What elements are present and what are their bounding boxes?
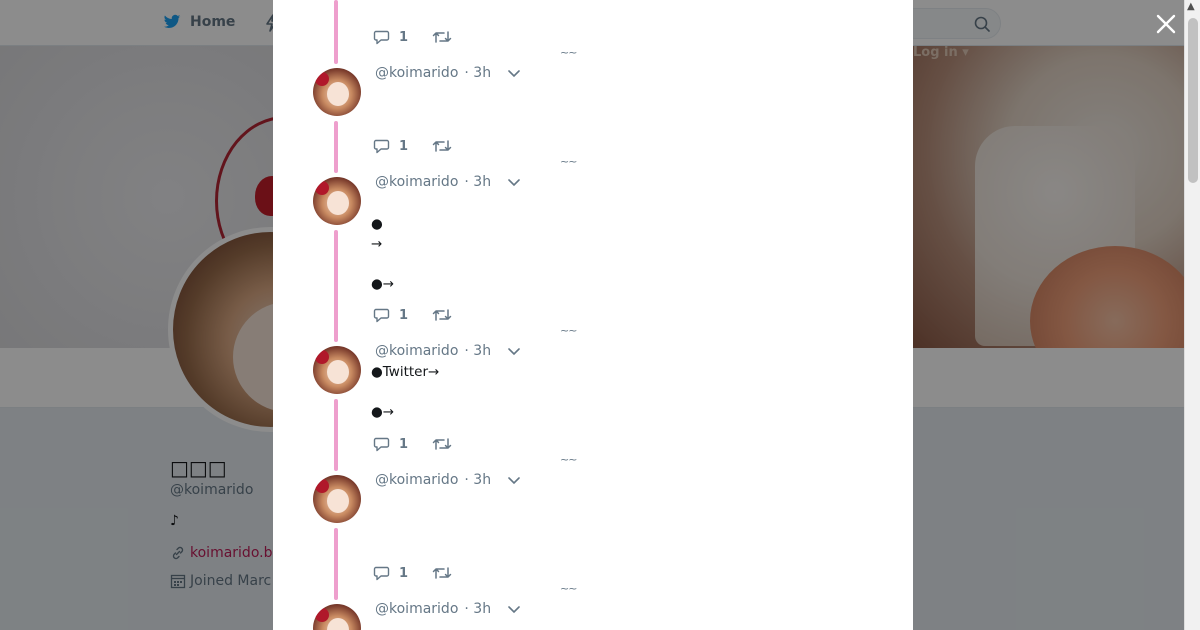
retweet-button[interactable] [432,435,452,453]
reply-icon [373,308,390,323]
tweet-handle[interactable]: @koimarido [375,65,458,81]
tweet-header: @koimarido · 3h [375,472,521,488]
reply-button[interactable]: 1 [373,564,408,582]
tweet-actions: 1 [373,28,476,46]
tilde-mark: ~~ [560,453,577,466]
retweet-icon [432,567,452,579]
thread-connector [334,121,338,173]
chevron-down-icon[interactable] [507,66,521,80]
tweet-avatar[interactable] [313,346,361,394]
reply-button[interactable]: 1 [373,137,408,155]
chevron-down-icon[interactable] [507,602,521,616]
tweet-time[interactable]: · 3h [464,601,491,617]
tweet-actions: 1 [373,564,476,582]
scroll-up-arrow-icon[interactable]: ▲ [1187,1,1195,12]
tilde-mark: ~~ [560,46,577,59]
retweet-icon [432,140,452,152]
reply-button[interactable]: 1 [373,28,408,46]
retweet-button[interactable] [432,28,452,46]
reply-count: 1 [399,29,409,45]
reply-count: 1 [399,138,409,154]
chevron-down-icon[interactable] [507,175,521,189]
tweet-time[interactable]: · 3h [464,65,491,81]
tilde-mark: ~~ [560,324,577,337]
reply-icon [373,566,390,581]
scrollbar-thumb[interactable] [1188,18,1198,183]
tweet-handle[interactable]: @koimarido [375,472,458,488]
tweet-time[interactable]: · 3h [464,174,491,190]
tweet-header: @koimarido · 3h [375,174,521,190]
tweet-time[interactable]: · 3h [464,343,491,359]
reply-icon [373,30,390,45]
reply-count: 1 [399,307,409,323]
tweet-avatar[interactable] [313,604,361,630]
page-scrollbar[interactable]: ▲ [1184,0,1200,630]
tweet-text: ● → ●→ [371,216,395,292]
tweet-header: @koimarido · 3h [375,65,521,81]
tweet-header: @koimarido · 3h [375,343,521,359]
tweet-time[interactable]: · 3h [464,472,491,488]
tweet-actions: 1 [373,435,476,453]
tilde-mark: ~~ [560,582,577,595]
tweet-handle[interactable]: @koimarido [375,601,458,617]
reply-button[interactable]: 1 [373,435,408,453]
retweet-icon [432,309,452,321]
tweet-avatar[interactable] [313,177,361,225]
tweet-text: ●Twitter→ ●→ [371,364,440,420]
reply-count: 1 [399,436,409,452]
reply-button[interactable]: 1 [373,306,408,324]
retweet-button[interactable] [432,306,452,324]
retweet-button[interactable] [432,137,452,155]
chevron-down-icon[interactable] [507,473,521,487]
close-icon[interactable] [1152,10,1180,38]
retweet-icon [432,438,452,450]
tweet-avatar[interactable] [313,475,361,523]
tweet-handle[interactable]: @koimarido [375,174,458,190]
thread-connector [334,0,338,64]
thread-connector [334,230,338,342]
tweet-header: @koimarido · 3h [375,601,521,617]
thread-connector [334,528,338,600]
retweet-button[interactable] [432,564,452,582]
retweet-icon [432,31,452,43]
tweet-thread-modal: 1 ~~ @koimarido · 3h 1 ~~ @koimarido · 3… [273,0,913,630]
chevron-down-icon[interactable] [507,344,521,358]
tweet-avatar[interactable] [313,68,361,116]
reply-icon [373,437,390,452]
tweet-actions: 1 [373,306,476,324]
thread-connector [334,399,338,471]
reply-icon [373,139,390,154]
tweet-actions: 1 [373,137,476,155]
reply-count: 1 [399,565,409,581]
tweet-handle[interactable]: @koimarido [375,343,458,359]
tilde-mark: ~~ [560,155,577,168]
